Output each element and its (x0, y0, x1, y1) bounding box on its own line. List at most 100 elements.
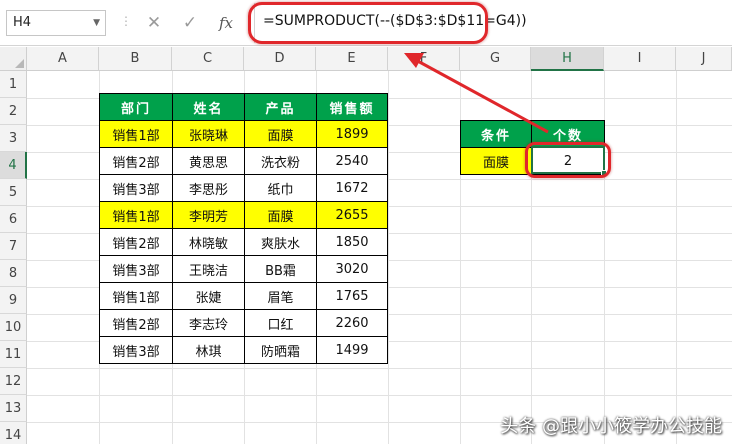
table-cell[interactable]: 销售2部 (99, 228, 173, 256)
close-icon: ✕ (146, 13, 162, 33)
cell-text: 销售额 (329, 101, 375, 117)
cell-text: 口红 (267, 317, 294, 333)
cell-text: 1765 (335, 288, 369, 304)
table-cell[interactable]: 王晓洁 (172, 255, 245, 283)
cell-text: 条件 (480, 128, 511, 144)
table-cell[interactable]: 销售2部 (99, 147, 173, 175)
enter-button[interactable]: ✓ (176, 8, 204, 38)
row-header-label: 4 (8, 158, 17, 173)
table-cell[interactable]: 销售2部 (99, 309, 173, 337)
gridline (676, 71, 677, 444)
column-header-b[interactable]: B (99, 47, 172, 71)
table-cell[interactable]: 1672 (316, 174, 388, 202)
cell-text: 姓名 (193, 101, 224, 117)
column-header-g[interactable]: G (460, 47, 531, 71)
select-all-icon (15, 59, 24, 68)
header-cell-condition[interactable]: 条件 (460, 120, 532, 148)
row-header-1[interactable]: 1 (0, 71, 27, 98)
gridline (27, 368, 732, 369)
table-cell[interactable]: 李志玲 (172, 309, 245, 337)
row-header-9[interactable]: 9 (0, 287, 27, 314)
column-header-d[interactable]: D (244, 47, 316, 71)
insert-function-button[interactable]: fx (212, 8, 240, 38)
table-cell[interactable]: 张晓琳 (172, 120, 245, 148)
table-cell[interactable]: 李明芳 (172, 201, 245, 229)
row-header-6[interactable]: 6 (0, 206, 27, 233)
table-cell[interactable]: 2655 (316, 201, 388, 229)
cell-text: 爽肤水 (260, 236, 300, 252)
table-cell[interactable]: 3020 (316, 255, 388, 283)
table-cell[interactable]: BB霜 (244, 255, 317, 283)
table-cell[interactable]: 面膜 (244, 201, 317, 229)
row-header-label: 6 (8, 212, 18, 227)
fx-icon: fx (218, 14, 233, 32)
table-cell[interactable]: 防晒霜 (244, 336, 317, 364)
row-header-label: 13 (4, 401, 22, 416)
cell-text: 李明芳 (188, 209, 228, 225)
table-cell[interactable]: 1765 (316, 282, 388, 310)
header-cell-name[interactable]: 姓名 (172, 93, 245, 121)
row-header-label: 5 (8, 185, 18, 200)
formula-highlight-ring (248, 2, 488, 44)
table-cell[interactable]: 1899 (316, 120, 388, 148)
table-cell[interactable]: 销售3部 (99, 255, 173, 283)
row-header-11[interactable]: 11 (0, 341, 27, 368)
table-cell[interactable]: 销售3部 (99, 174, 173, 202)
row-header-5[interactable]: 5 (0, 179, 27, 206)
row-header-14[interactable]: 14 (0, 422, 27, 444)
row-header-7[interactable]: 7 (0, 233, 27, 260)
column-header-f[interactable]: F (388, 47, 460, 71)
table-cell[interactable]: 洗衣粉 (244, 147, 317, 175)
cell-text: 李志玲 (188, 317, 228, 333)
table-cell[interactable]: 爽肤水 (244, 228, 317, 256)
select-all-button[interactable] (0, 47, 27, 71)
table-cell[interactable]: 黄思思 (172, 147, 245, 175)
row-header-4[interactable]: 4 (0, 152, 27, 179)
table-cell[interactable]: 口红 (244, 309, 317, 337)
table-cell[interactable]: 2260 (316, 309, 388, 337)
cell-text: 面膜 (267, 209, 294, 225)
row-header-13[interactable]: 13 (0, 395, 27, 422)
header-cell-sales[interactable]: 销售额 (316, 93, 388, 121)
table-cell[interactable]: 面膜 (244, 120, 317, 148)
column-header-j[interactable]: J (676, 47, 732, 71)
column-header-a[interactable]: A (27, 47, 99, 71)
table-cell[interactable]: 李思彤 (172, 174, 245, 202)
row-header-label: 7 (8, 239, 18, 254)
column-header-i[interactable]: I (604, 47, 676, 71)
row-header-8[interactable]: 8 (0, 260, 27, 287)
cancel-button[interactable]: ✕ (140, 8, 168, 38)
table-cell[interactable]: 2540 (316, 147, 388, 175)
cell-text: 销售3部 (112, 263, 160, 279)
table-cell[interactable]: 眉笔 (244, 282, 317, 310)
table-cell[interactable]: 张婕 (172, 282, 245, 310)
column-header-c[interactable]: C (172, 47, 244, 71)
column-header-h[interactable]: H (531, 47, 604, 71)
table-cell[interactable]: 纸巾 (244, 174, 317, 202)
row-header-label: 3 (8, 131, 18, 146)
result-highlight-ring (525, 142, 611, 178)
cell-text: 销售2部 (112, 317, 160, 333)
column-header-e[interactable]: E (316, 47, 388, 71)
row-header-2[interactable]: 2 (0, 98, 27, 125)
table-cell[interactable]: 销售1部 (99, 120, 173, 148)
header-cell-department[interactable]: 部门 (99, 93, 173, 121)
name-box[interactable]: H4 ▼ (6, 10, 106, 36)
row-header-label: 1 (8, 77, 18, 92)
condition-cell[interactable]: 面膜 (460, 147, 532, 175)
row-header-3[interactable]: 3 (0, 125, 27, 152)
header-cell-product[interactable]: 产品 (244, 93, 317, 121)
chevron-down-icon[interactable]: ▼ (93, 11, 100, 35)
table-cell[interactable]: 林晓敏 (172, 228, 245, 256)
table-cell[interactable]: 销售1部 (99, 201, 173, 229)
table-cell[interactable]: 1499 (316, 336, 388, 364)
cell-text: 面膜 (267, 128, 294, 144)
table-cell[interactable]: 销售3部 (99, 336, 173, 364)
table-cell[interactable]: 销售1部 (99, 282, 173, 310)
table-cell[interactable]: 林琪 (172, 336, 245, 364)
row-header-12[interactable]: 12 (0, 368, 27, 395)
table-cell[interactable]: 1850 (316, 228, 388, 256)
column-header-label: H (562, 51, 572, 66)
cell-text: 李思彤 (188, 182, 228, 198)
row-header-10[interactable]: 10 (0, 314, 27, 341)
